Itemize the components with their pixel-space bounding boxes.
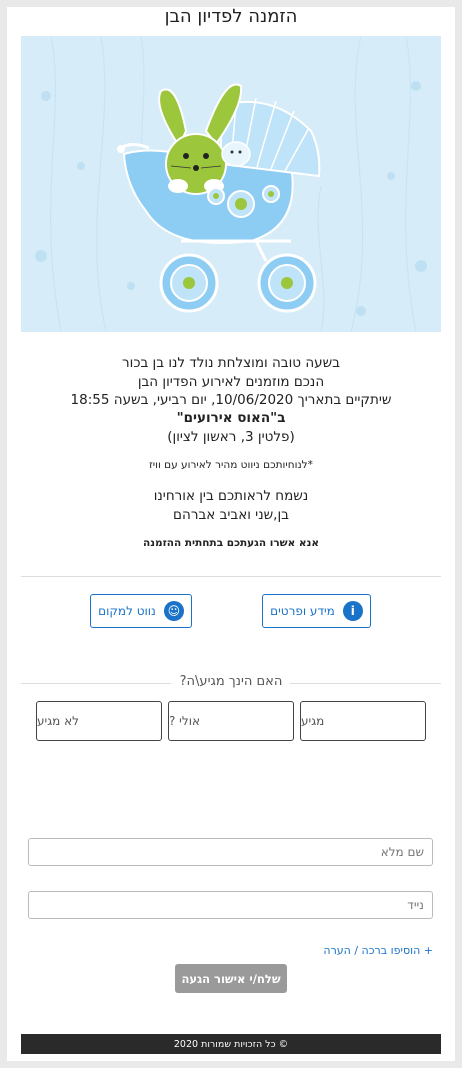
full-name-input[interactable]: [28, 838, 433, 866]
page-title: הזמנה לפדיון הבן: [164, 6, 298, 27]
submit-rsvp-button[interactable]: שלח/י אישור הגעה: [175, 964, 287, 993]
message-line-birth: בשעה טובה ומוצלחת נולד לנו בן בכור: [122, 355, 340, 371]
message-line-invite: הנכם מוזמנים לאירוע הפדיון הבן: [137, 374, 325, 390]
info-button[interactable]: i מידע ופרטים: [262, 594, 371, 628]
rsvp-not-attending-button[interactable]: לא מגיע: [36, 701, 162, 741]
navigate-button[interactable]: ☺ נווט למקום: [90, 594, 192, 628]
add-blessing-link[interactable]: + הוסיפו ברכה / הערה: [300, 944, 433, 957]
divider: [21, 576, 441, 577]
waze-icon: ☺: [163, 601, 184, 621]
hosts-line: בן,שני ואביב אברהם: [173, 507, 289, 523]
rsvp-question: האם הינך מגיע\ה?: [179, 674, 283, 689]
message-line-date: שיתקיים בתאריך 10/06/2020, יום רביעי, בש…: [70, 392, 392, 408]
greeting-line: נשמח לראותכם בין אורחינו: [153, 488, 309, 504]
hero-image: [21, 36, 441, 332]
phone-input[interactable]: [28, 891, 433, 919]
footer-copyright: © כל הזכויות שמורות 2020: [21, 1034, 441, 1054]
info-icon: i: [342, 601, 363, 621]
confirm-note: אנא אשרו הגעתכם בתחתית ההזמנה: [143, 537, 319, 549]
navigate-button-label: נווט למקום: [98, 604, 156, 618]
baby-carriage-illustration: [35, 36, 427, 332]
venue-name: ב"האוס אירועים": [176, 410, 286, 426]
rsvp-attending-button[interactable]: מגיע: [300, 701, 426, 741]
rsvp-maybe-button[interactable]: אולי ?: [168, 701, 294, 741]
waze-note: *לנוחיותכם ניווט מהיר לאירוע עם וויז: [149, 459, 313, 471]
info-button-label: מידע ופרטים: [270, 604, 335, 618]
venue-address: (פלטין 3, ראשון לציון): [167, 429, 295, 445]
